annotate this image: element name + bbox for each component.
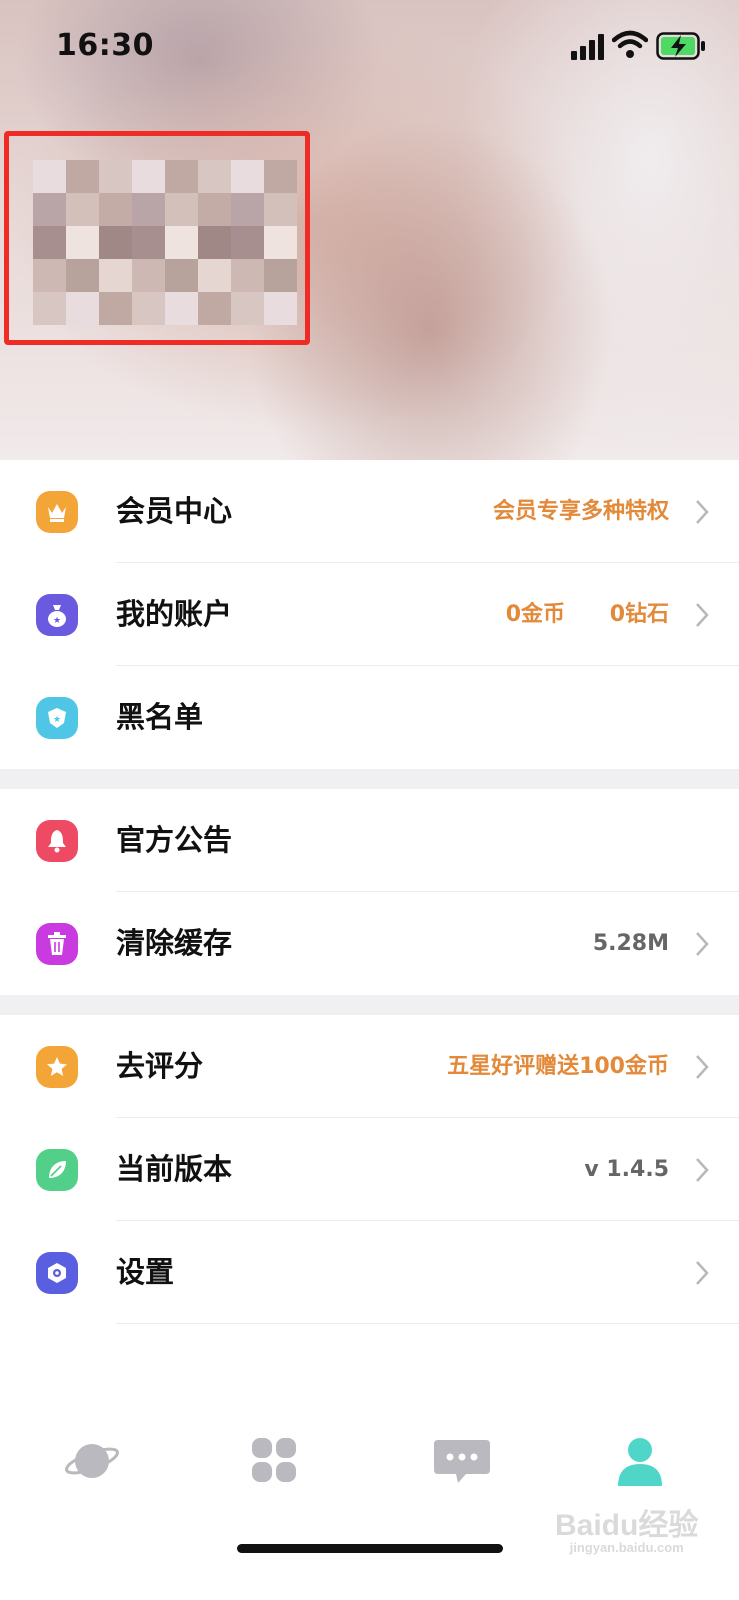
menu-item-announcements[interactable]: 官方公告 [0, 789, 739, 892]
mosaic-tile [33, 226, 66, 259]
mosaic-tile [231, 259, 264, 292]
chevron-right-icon [696, 932, 709, 956]
mosaic-tile [33, 160, 66, 193]
menu-extra: 五星好评赠送100金币 [447, 1054, 669, 1079]
apps-grid-icon[interactable] [245, 1436, 305, 1486]
mosaic-tile [132, 193, 165, 226]
mosaic-tile [264, 160, 297, 193]
shield-icon: ★ [36, 697, 78, 739]
mosaic-tile [99, 259, 132, 292]
menu-item-version[interactable]: 当前版本 v 1.4.5 [0, 1118, 739, 1221]
leaf-icon [36, 1149, 78, 1191]
diamond-balance: 0钻石 [609, 602, 669, 627]
mosaic-tile [165, 193, 198, 226]
menu-item-vip-center[interactable]: 会员中心 会员专享多种特权 [0, 460, 739, 563]
planet-icon[interactable] [62, 1436, 122, 1486]
section-gap [0, 995, 739, 1015]
crown-icon [36, 491, 78, 533]
mosaic-tile [132, 226, 165, 259]
battery-charging-icon [656, 32, 705, 60]
menu-item-clear-cache[interactable]: 清除缓存 5.28M [0, 892, 739, 995]
money-bag-icon: ★ [36, 594, 78, 636]
mosaic-tile [99, 292, 132, 325]
mosaic-tile [198, 259, 231, 292]
mosaic-tile [33, 193, 66, 226]
mosaic-tile [264, 226, 297, 259]
menu-extra: 会员专享多种特权 [492, 499, 669, 524]
svg-text:★: ★ [53, 616, 61, 626]
chevron-right-icon [696, 500, 709, 524]
mosaic-tile [99, 226, 132, 259]
bell-icon [36, 820, 78, 862]
chevron-right-icon [696, 1261, 709, 1285]
mosaic-tile [264, 292, 297, 325]
profile-header: 16:30 [0, 0, 739, 470]
mosaic-tile [264, 193, 297, 226]
status-time: 16:30 [56, 28, 154, 63]
mosaic-tile [132, 259, 165, 292]
mosaic-tile [132, 160, 165, 193]
mosaic-tile [66, 292, 99, 325]
chat-bubble-icon[interactable] [432, 1436, 492, 1486]
mosaic-tile [231, 226, 264, 259]
menu-item-blacklist[interactable]: ★ 黑名单 [0, 666, 739, 769]
trash-icon [36, 923, 78, 965]
status-bar: 16:30 [0, 0, 739, 90]
wifi-icon [612, 30, 648, 58]
menu-label: 官方公告 [116, 823, 233, 857]
mosaic-tile [165, 292, 198, 325]
mosaic-tile [66, 259, 99, 292]
settings-icon [36, 1252, 78, 1294]
mosaic-tile [165, 259, 198, 292]
mosaic-tile [264, 259, 297, 292]
chevron-right-icon [696, 1055, 709, 1079]
version-number: v 1.4.5 [584, 1157, 669, 1182]
mosaic-tile [198, 193, 231, 226]
menu-item-settings[interactable]: 设置 [0, 1221, 739, 1324]
mosaic-tile [33, 292, 66, 325]
mosaic-tile [198, 226, 231, 259]
mosaic-tile [99, 193, 132, 226]
menu-list: 会员中心 会员专享多种特权 ★ 我的账户 0金币 0钻石 ★ 黑名单 官方公告 … [0, 460, 739, 1324]
avatar-highlight-box[interactable] [4, 131, 310, 345]
home-indicator [237, 1544, 503, 1553]
menu-label: 我的账户 [116, 597, 233, 631]
menu-label: 设置 [116, 1255, 175, 1289]
cache-size: 5.28M [592, 931, 669, 956]
menu-item-my-account[interactable]: ★ 我的账户 0金币 0钻石 [0, 563, 739, 666]
menu-label: 去评分 [116, 1049, 204, 1083]
section-gap [0, 769, 739, 789]
cellular-signal-icon [571, 34, 607, 60]
menu-label: 清除缓存 [116, 926, 233, 960]
pixelated-avatar [33, 160, 297, 330]
menu-item-rate[interactable]: 去评分 五星好评赠送100金币 [0, 1015, 739, 1118]
person-icon[interactable] [610, 1436, 670, 1486]
menu-label: 黑名单 [116, 700, 204, 734]
svg-text:★: ★ [53, 715, 61, 725]
chevron-right-icon [696, 1158, 709, 1182]
mosaic-tile [66, 160, 99, 193]
bottom-tab-bar [0, 1410, 739, 1510]
mosaic-tile [165, 160, 198, 193]
mosaic-tile [198, 160, 231, 193]
mosaic-tile [231, 160, 264, 193]
baidu-watermark: Baidu经验 jingyan.baidu.com [555, 1509, 699, 1555]
mosaic-tile [231, 292, 264, 325]
mosaic-tile [198, 292, 231, 325]
menu-label: 会员中心 [116, 494, 233, 528]
chevron-right-icon [696, 603, 709, 627]
mosaic-tile [99, 160, 132, 193]
mosaic-tile [66, 193, 99, 226]
mosaic-tile [231, 193, 264, 226]
mosaic-tile [66, 226, 99, 259]
menu-label: 当前版本 [116, 1152, 233, 1186]
coin-balance: 0金币 [505, 602, 565, 627]
star-icon [36, 1046, 78, 1088]
mosaic-tile [132, 292, 165, 325]
mosaic-tile [33, 259, 66, 292]
mosaic-tile [165, 226, 198, 259]
